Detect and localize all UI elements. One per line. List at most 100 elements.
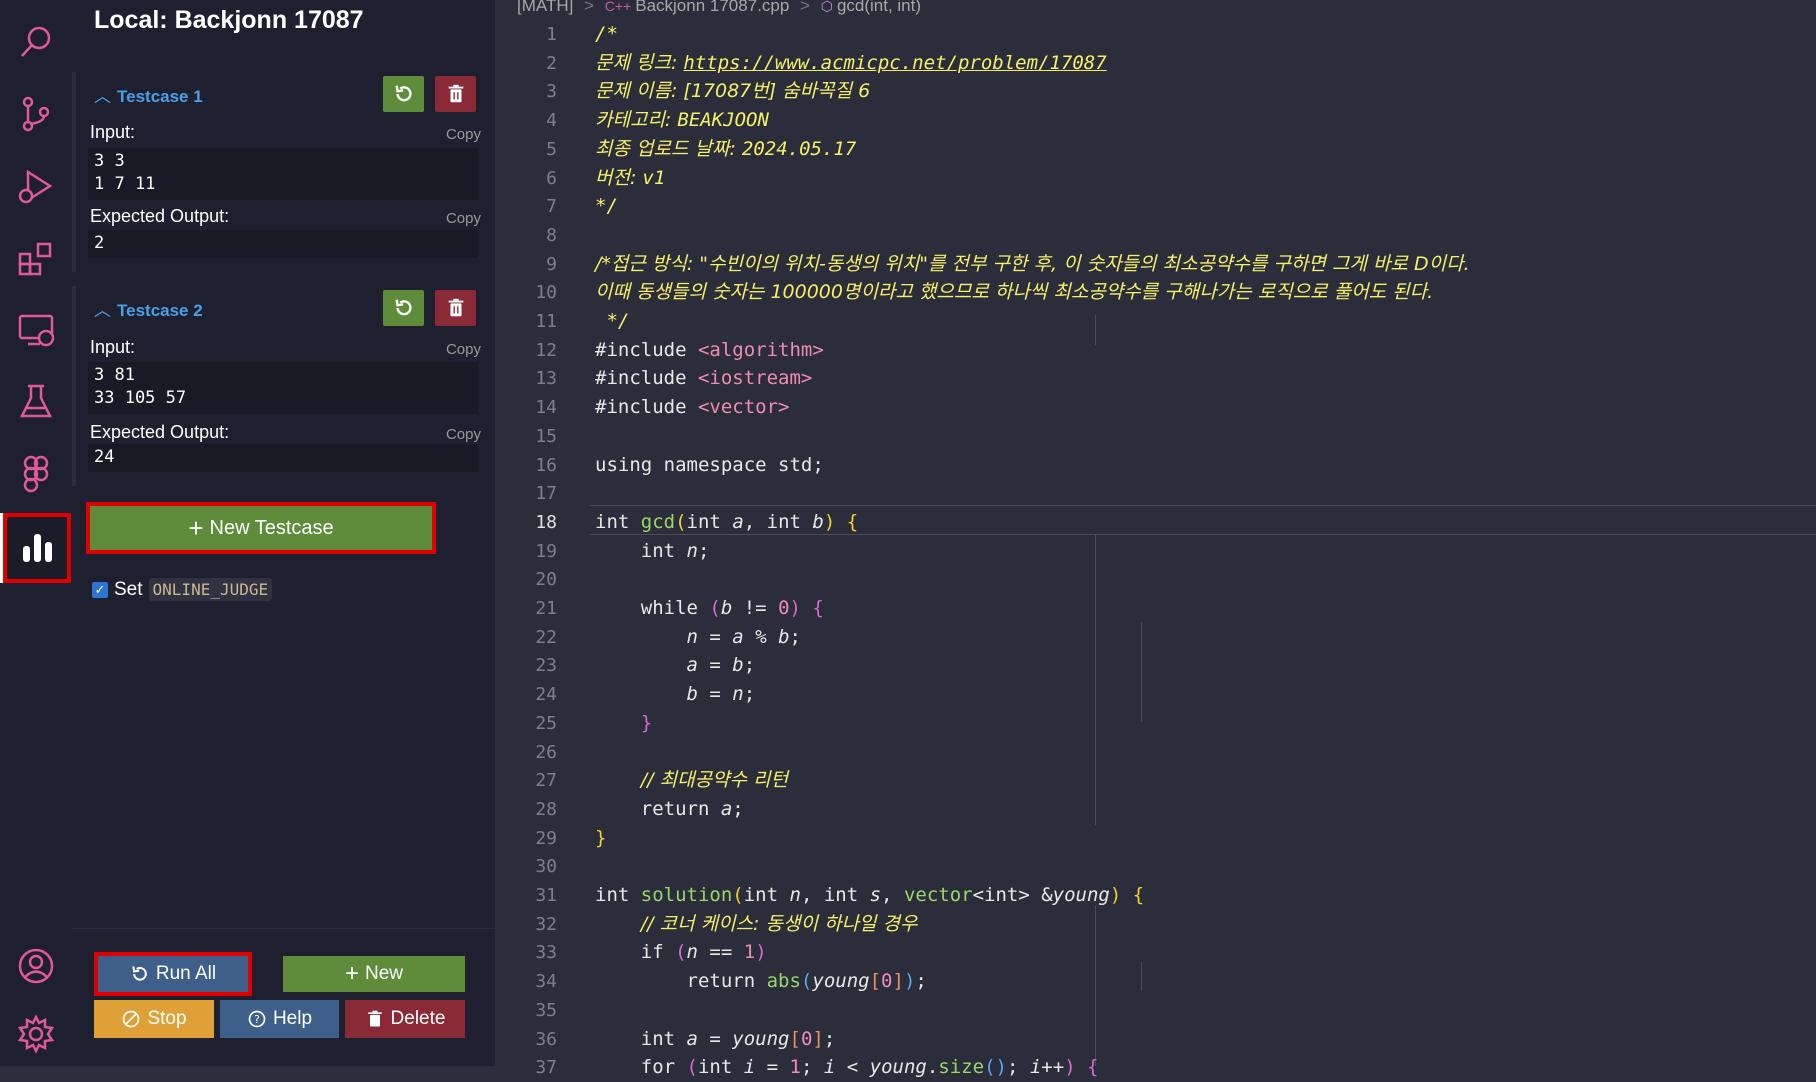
code-line[interactable]: 27 // 최대공약수 리턴 — [495, 766, 1816, 795]
line-content: #include <iostream> — [595, 364, 812, 393]
line-content: 문제 이름: [17087번] 숨바꼭질 6 — [595, 77, 870, 106]
rerun-button[interactable] — [383, 76, 424, 112]
code-line[interactable]: 10 이때 동생들의 숫자는 100000명이라고 했으므로 하나씩 최소공약수를… — [495, 278, 1816, 307]
code-line[interactable]: 37 for (int i = 1; i < young.size(); i++… — [495, 1053, 1816, 1082]
code-line[interactable]: 6 버전: v1 — [495, 164, 1816, 193]
code-line[interactable]: 7 */ — [495, 192, 1816, 221]
line-number: 20 — [535, 569, 557, 591]
delete-button[interactable]: Delete — [345, 1000, 465, 1038]
code-token: ] — [812, 1027, 824, 1050]
stop-button[interactable]: Stop — [94, 1000, 214, 1038]
line-number: 5 — [546, 138, 557, 160]
input-textarea[interactable]: 3 81 33 105 57 — [88, 362, 478, 414]
code-line[interactable]: 35 — [495, 996, 1816, 1025]
code-line[interactable]: 14 #include <vector> — [495, 393, 1816, 422]
code-line[interactable]: 30 — [495, 852, 1816, 881]
account-icon[interactable] — [0, 934, 72, 998]
search-icon[interactable] — [0, 10, 72, 74]
code-line[interactable]: 32 // 코너 케이스: 동생이 하나일 경우 — [495, 910, 1816, 939]
code-line[interactable]: 16 using namespace std; — [495, 451, 1816, 480]
line-number: 33 — [535, 942, 557, 964]
help-button[interactable]: ? Help — [220, 1000, 339, 1038]
code-line[interactable]: 12 #include <algorithm> — [495, 336, 1816, 365]
code-line[interactable]: 3 문제 이름: [17087번] 숨바꼭질 6 — [495, 77, 1816, 106]
code-token: 문제 링크: — [595, 51, 684, 74]
code-line[interactable]: 21 while (b != 0) { — [495, 594, 1816, 623]
extensions-icon[interactable] — [0, 226, 72, 290]
rerun-button[interactable] — [383, 290, 424, 326]
new-label: New — [365, 963, 404, 984]
copy-output-button[interactable]: Copy — [446, 210, 481, 227]
checkbox-checked-icon[interactable]: ✓ — [92, 581, 108, 598]
copy-output-button[interactable]: Copy — [446, 426, 481, 443]
code-line[interactable]: 31 int solution(int n, int s, vector<int>… — [495, 881, 1816, 910]
code-line[interactable]: 2 문제 링크: https://www.acmicpc.net/problem/… — [495, 49, 1816, 78]
code-line[interactable]: 22 n = a % b; — [495, 623, 1816, 652]
code-token: #include — [595, 396, 698, 419]
code-line[interactable]: 15 — [495, 422, 1816, 451]
copy-input-button[interactable]: Copy — [446, 126, 481, 143]
code-line[interactable]: 29} — [495, 824, 1816, 853]
code-line[interactable]: 17 — [495, 479, 1816, 508]
delete-testcase-button[interactable] — [435, 76, 476, 112]
code-line[interactable]: 8 — [495, 221, 1816, 250]
code-token: */ — [595, 195, 618, 218]
testcase-card: ︿ Testcase 2 Input: Copy 3 81 33 105 57 E… — [72, 286, 495, 486]
refresh-icon — [394, 299, 412, 316]
expected-output-textarea[interactable]: 24 — [88, 444, 478, 472]
code-line[interactable]: 24 b = n; — [495, 680, 1816, 709]
run-debug-icon[interactable] — [0, 154, 72, 218]
code-line[interactable]: 11 */ — [495, 307, 1816, 336]
testing-flask-icon[interactable] — [0, 370, 72, 434]
breadcrumb-folder[interactable]: [MATH] — [517, 0, 573, 15]
code-line[interactable]: 36 int a = young[0]; — [495, 1025, 1816, 1054]
delete-testcase-button[interactable] — [435, 290, 476, 326]
expected-output-textarea[interactable]: 2 — [88, 230, 478, 258]
code-line[interactable]: 13 #include <iostream> — [495, 364, 1816, 393]
code-line[interactable]: 23 a = b; — [495, 651, 1816, 680]
code-line[interactable]: 18 int gcd(int a, int b) { — [495, 508, 1816, 537]
code-token: 1 — [789, 1056, 801, 1079]
code-token: ) — [823, 510, 836, 533]
run-all-button[interactable]: Run All — [94, 952, 252, 996]
new-button[interactable]: + New — [283, 956, 465, 992]
code-line[interactable]: 25 } — [495, 709, 1816, 738]
code-line[interactable]: 26 — [495, 738, 1816, 767]
expected-output-label: Expected Output: — [90, 422, 230, 442]
new-testcase-button[interactable]: + New Testcase — [86, 502, 436, 554]
breadcrumb-symbol[interactable]: gcd(int, int) — [837, 0, 921, 15]
code-token: a — [686, 654, 698, 677]
testcase-header[interactable]: ︿ Testcase 1 — [94, 82, 203, 107]
code-line[interactable]: 28 return a; — [495, 795, 1816, 824]
line-number: 21 — [535, 598, 557, 619]
bar-chart-icon[interactable] — [3, 513, 71, 583]
code-line[interactable]: 4 카테고리: BEAKJOON — [495, 106, 1816, 135]
input-textarea[interactable]: 3 3 1 7 11 — [88, 148, 478, 200]
line-number: 1 — [546, 24, 557, 45]
code-line[interactable]: 9 /*접근 방식: "수빈이의 위치-동생의 위치"를 전부 구한 후, 이 숫… — [495, 250, 1816, 279]
code-line[interactable]: 1 /* — [495, 20, 1816, 49]
code-line[interactable]: 5 최종 업로드 날짜: 2024.05.17 — [495, 135, 1816, 164]
copy-input-button[interactable]: Copy — [446, 341, 481, 358]
code-line[interactable]: 34 return abs(young[0]); — [495, 967, 1816, 996]
source-control-icon[interactable] — [0, 82, 72, 146]
online-judge-toggle[interactable]: ✓ Set ONLINE_JUDGE — [92, 578, 273, 601]
code-line[interactable]: 33 if (n == 1) — [495, 938, 1816, 967]
breadcrumb-file[interactable]: Backjonn 17087.cpp — [635, 0, 789, 15]
code-token: . — [926, 1056, 939, 1079]
figma-icon[interactable] — [0, 442, 72, 506]
line-number: 16 — [535, 454, 557, 476]
code-editor[interactable]: [MATH] > C++ Backjonn 17087.cpp > ⬡ gcd(in… — [495, 0, 1816, 1078]
code-line[interactable]: 19 int n; — [495, 537, 1816, 566]
settings-gear-icon[interactable] — [0, 1002, 72, 1066]
code-line[interactable]: 20 — [495, 565, 1816, 594]
code-token: [ — [789, 1027, 801, 1050]
bottom-divider — [72, 928, 495, 929]
refresh-icon — [394, 85, 412, 102]
testcase-header[interactable]: ︿ Testcase 2 — [94, 296, 203, 321]
remote-explorer-icon[interactable] — [0, 298, 72, 362]
code-token: BEAKJOON — [677, 109, 769, 132]
code-token: i — [1029, 1056, 1042, 1079]
